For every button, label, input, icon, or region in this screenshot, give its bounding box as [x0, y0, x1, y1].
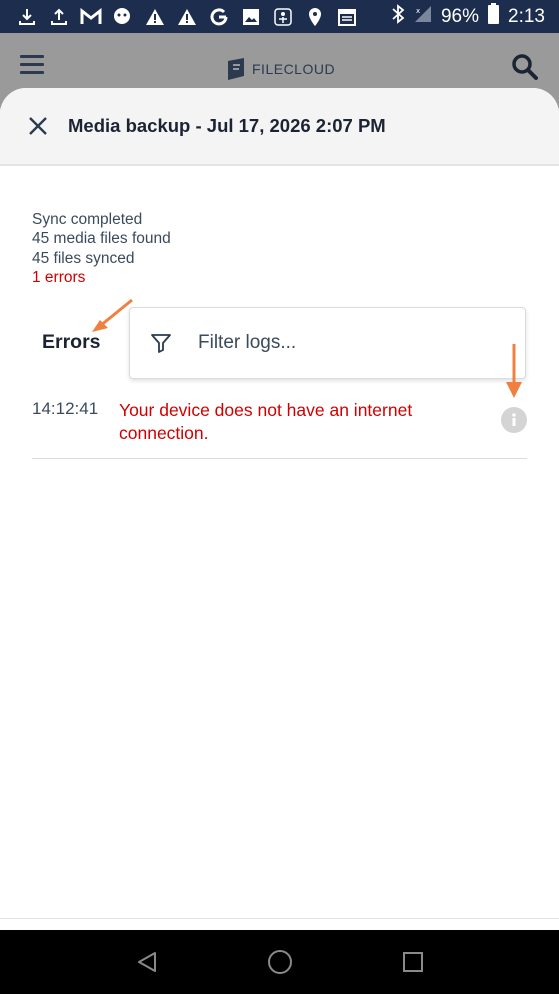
bluetooth-icon — [391, 3, 405, 30]
clock: 2:13 — [508, 5, 545, 27]
sheet-divider — [0, 918, 559, 919]
back-triangle-icon — [137, 952, 156, 972]
home-button[interactable] — [260, 942, 300, 982]
warning-icon — [176, 7, 198, 27]
chat-icon — [112, 7, 134, 27]
media-backup-sheet: Media backup - Jul 17, 2026 2:07 PM Sync… — [0, 88, 559, 930]
hamburger-menu-icon[interactable] — [20, 55, 44, 75]
google-icon — [208, 7, 230, 27]
error-count: 1 errors — [32, 268, 86, 286]
sync-status: Sync completed — [32, 211, 143, 228]
system-status: x 96% 2:13 — [391, 2, 545, 31]
navigation-bar — [0, 930, 559, 994]
filter-logs-field[interactable] — [129, 307, 526, 379]
svg-text:x: x — [416, 7, 420, 15]
sheet-title: Media backup - Jul 17, 2026 2:07 PM — [68, 115, 386, 136]
battery-percent: 96% — [440, 5, 480, 27]
info-icon[interactable] — [501, 407, 527, 433]
logo-text: FILECLOUD — [252, 61, 336, 77]
filecloud-logo: FILECLOUD — [226, 57, 335, 81]
filecloud-logo-icon — [228, 58, 244, 80]
warning-icon — [144, 7, 166, 27]
signal-icon: x — [413, 4, 433, 30]
log-message: Your device does not have an internet co… — [119, 400, 413, 443]
image-icon — [240, 7, 262, 27]
battery-icon — [487, 2, 500, 31]
accessibility-icon — [272, 7, 294, 27]
recents-button[interactable] — [393, 942, 433, 982]
recents-square-icon — [402, 952, 423, 972]
gmail-icon — [80, 7, 102, 27]
close-button[interactable] — [20, 108, 56, 144]
upload-icon — [48, 7, 70, 27]
back-button[interactable] — [127, 942, 167, 982]
media-files-found: 45 media files found — [32, 230, 171, 248]
sync-summary: Sync completed 45 media files found 45 f… — [32, 210, 171, 287]
files-synced: 45 files synced — [32, 249, 135, 267]
errors-heading: Errors — [42, 331, 101, 353]
filter-logs-input[interactable] — [196, 331, 500, 355]
filter-icon — [151, 334, 171, 353]
log-time: 14:12:41 — [32, 399, 99, 418]
notification-icons — [16, 7, 358, 27]
download-icon — [16, 7, 38, 27]
sheet-header: Media backup - Jul 17, 2026 2:07 PM — [0, 88, 559, 166]
location-icon — [304, 7, 326, 27]
status-bar: x 96% 2:13 — [0, 0, 559, 33]
search-icon[interactable] — [511, 53, 539, 86]
log-row: 14:12:41 Your device does not have an in… — [32, 395, 527, 459]
close-icon — [29, 117, 47, 135]
home-circle-icon — [267, 950, 292, 974]
calendar-icon — [336, 7, 358, 27]
